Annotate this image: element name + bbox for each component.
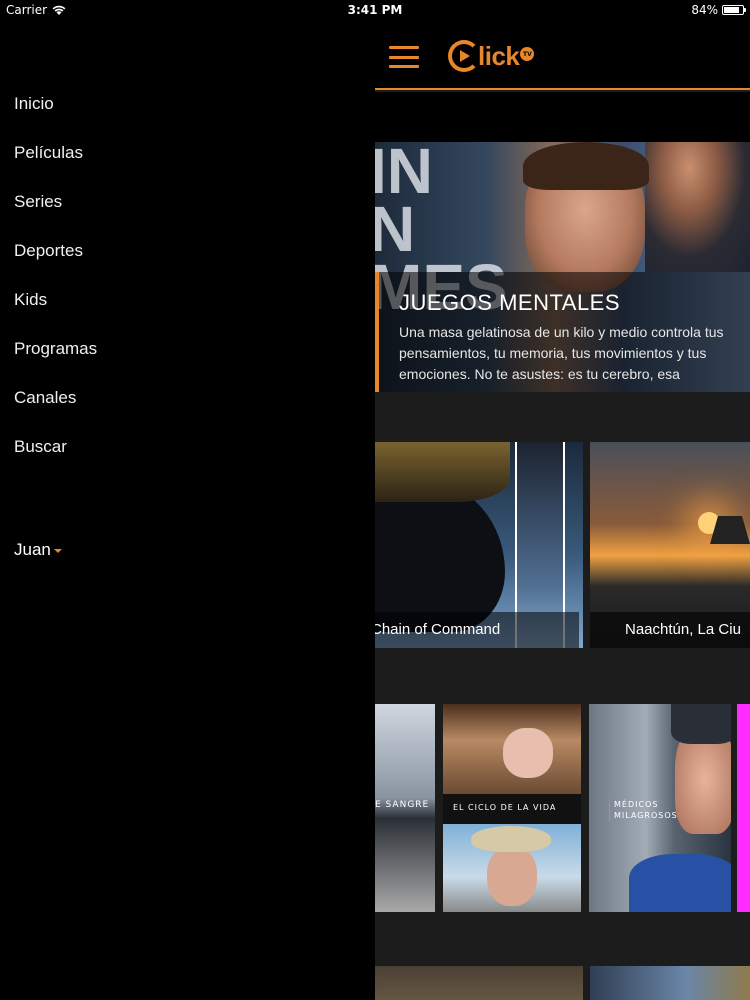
content-row-1: Chain of Command Naachtún, La Ciu	[375, 442, 750, 648]
hamburger-menu-icon[interactable]	[389, 46, 419, 68]
menu-item-buscar[interactable]: Buscar	[14, 437, 67, 457]
card-label-line-1: MÉDICOS	[614, 800, 659, 809]
content-card-partial[interactable]	[737, 704, 750, 912]
menu-item-kids[interactable]: Kids	[14, 290, 47, 310]
card-image-cap	[375, 442, 510, 502]
menu-item-series[interactable]: Series	[14, 192, 62, 212]
card-image-hat	[471, 826, 551, 852]
card-title: Chain of Command	[375, 612, 579, 648]
content-card-row3-1[interactable]	[375, 966, 583, 1000]
logo-text: lick	[478, 40, 520, 71]
row-divider	[375, 912, 750, 966]
card-image-top	[443, 704, 581, 794]
menu-item-peliculas[interactable]: Películas	[14, 143, 83, 163]
clicktv-logo: lick TV	[448, 40, 535, 72]
card-image-bottom	[443, 824, 581, 912]
content-card-naachtun[interactable]: Naachtún, La Ciu	[590, 442, 750, 648]
card-image-soldier	[375, 482, 505, 632]
content-card-el-ciclo-de-la-vida[interactable]: EL CICLO DE LA VIDA	[443, 704, 581, 912]
main-content: lick TV IN N MES JUEGOS MENTALES Una mas…	[375, 20, 750, 1000]
content-card-sangre[interactable]: E SANGRE	[375, 704, 435, 912]
content-card-chain-of-command[interactable]: Chain of Command	[375, 442, 583, 648]
content-card-medicos-milagrosos[interactable]: MÉDICOS MILAGROSOS	[589, 704, 731, 912]
battery-indicator: 84%	[691, 3, 746, 17]
card-label-line-2: MILAGROSOS	[614, 811, 678, 820]
menu-item-programas[interactable]: Programas	[14, 339, 97, 359]
card-label: E SANGRE	[375, 800, 430, 810]
card-image-scrubs	[629, 854, 731, 912]
card-image-baby	[503, 728, 553, 778]
battery-percent: 84%	[691, 3, 718, 17]
header-spacer	[375, 92, 750, 142]
user-name: Juan	[14, 540, 51, 559]
content-card-row3-2[interactable]	[590, 966, 750, 1000]
status-bar: Carrier 3:41 PM 84%	[0, 0, 750, 20]
app-header: lick TV	[375, 20, 750, 90]
card-label: EL CICLO DE LA VIDA	[443, 794, 581, 824]
menu-item-canales[interactable]: Canales	[14, 388, 76, 408]
logo-badge: TV	[520, 47, 535, 61]
clock: 3:41 PM	[347, 3, 403, 17]
menu-item-inicio[interactable]: Inicio	[14, 94, 54, 114]
hero-title: JUEGOS MENTALES	[399, 290, 621, 315]
card-title: Naachtún, La Ciu	[590, 612, 750, 648]
card-image-face	[487, 846, 537, 906]
battery-icon	[722, 5, 746, 15]
user-menu[interactable]: Juan	[14, 540, 62, 560]
card-label: MÉDICOS MILAGROSOS	[609, 799, 678, 821]
side-menu: Inicio Películas Series Deportes Kids Pr…	[0, 20, 375, 1000]
hero-image-hair	[523, 142, 649, 190]
menu-item-deportes[interactable]: Deportes	[14, 241, 83, 261]
hero-info: JUEGOS MENTALES Una masa gelatinosa de u…	[375, 272, 750, 392]
hero-banner[interactable]: IN N MES JUEGOS MENTALES Una masa gelati…	[375, 142, 750, 392]
caret-down-icon	[53, 549, 62, 553]
card-image-surgical-cap	[671, 704, 731, 744]
hero-description: Una masa gelatinosa de un kilo y medio c…	[399, 324, 724, 382]
hero-image-figure	[645, 142, 750, 272]
logo-play-icon	[448, 40, 480, 72]
row-divider	[375, 648, 750, 702]
